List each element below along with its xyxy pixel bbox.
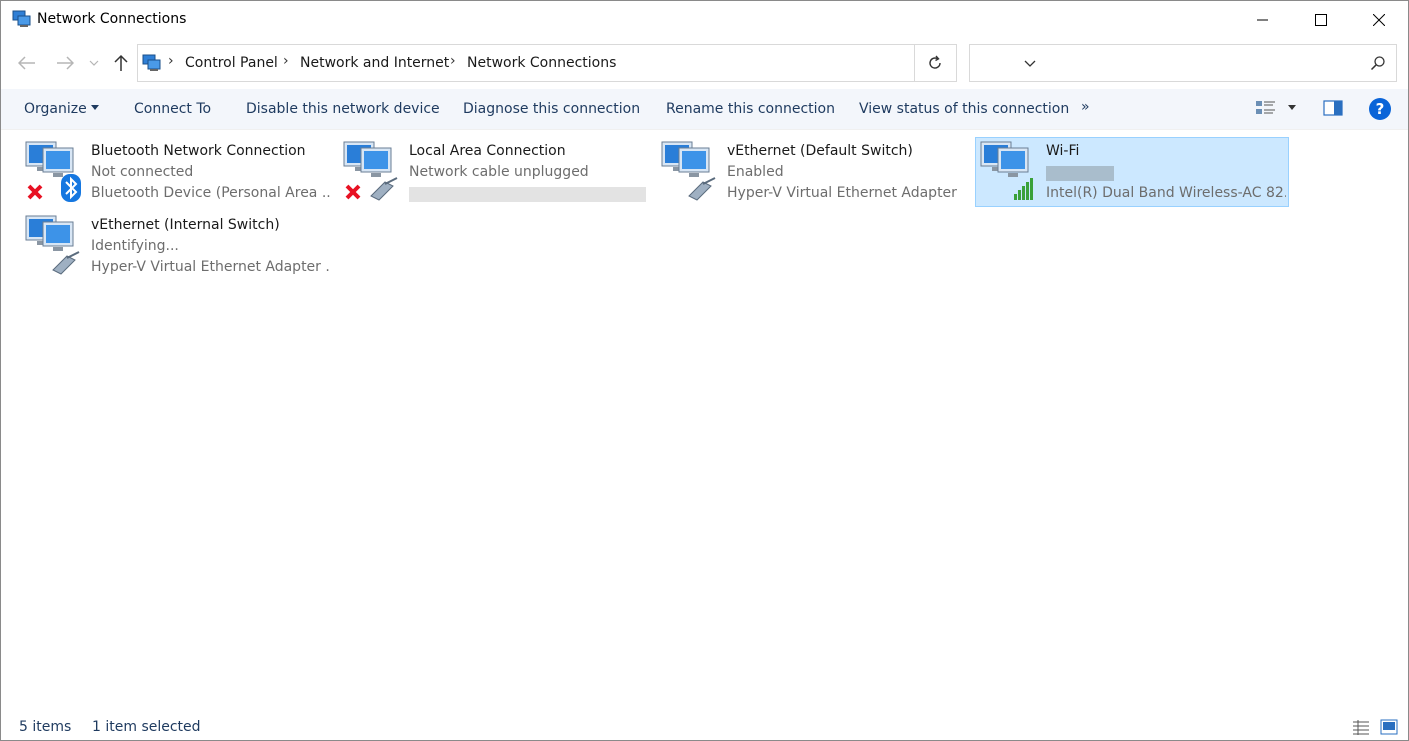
chevron-right-icon[interactable]: ›: [168, 53, 174, 69]
organize-menu[interactable]: Organize: [24, 101, 100, 117]
connection-status: Enabled: [727, 164, 784, 180]
chevron-down-icon: [89, 60, 99, 66]
chevron-right-icon[interactable]: ›: [450, 53, 456, 69]
explorer-window: Network Connections › Control Panel › Ne…: [0, 0, 1409, 741]
search-input[interactable]: [969, 44, 1397, 82]
connection-name: vEthernet (Internal Switch): [91, 217, 280, 233]
close-icon: [1373, 14, 1385, 26]
forward-button[interactable]: [53, 51, 77, 75]
close-button[interactable]: [1350, 1, 1408, 39]
connection-name: vEthernet (Default Switch): [727, 143, 913, 159]
up-button[interactable]: [109, 51, 133, 75]
selection-count: 1 item selected: [92, 719, 201, 735]
title-bar[interactable]: Network Connections: [1, 1, 1408, 39]
ethernet-network-icon: [343, 141, 398, 201]
caret-down-icon: [91, 105, 100, 110]
connection-item-wifi[interactable]: Wi-Fi Intel(R) Dual Band Wireless-AC 82.…: [975, 137, 1289, 207]
back-button[interactable]: [15, 51, 39, 75]
connection-name: Bluetooth Network Connection: [91, 143, 306, 159]
view-status-button[interactable]: View status of this connection: [859, 101, 1069, 117]
caret-down-icon[interactable]: [1287, 104, 1297, 112]
arrow-left-icon: [18, 56, 35, 70]
ethernet-network-icon: [25, 215, 80, 275]
search-icon: [1370, 56, 1385, 71]
network-connections-icon: [142, 54, 161, 71]
address-bar[interactable]: › Control Panel › Network and Internet ›…: [137, 44, 1036, 82]
connect-to-button[interactable]: Connect To: [134, 101, 211, 117]
connection-status: Not connected: [91, 164, 194, 180]
command-bar: Organize Connect To Disable this network…: [1, 89, 1408, 130]
disable-device-button[interactable]: Disable this network device: [246, 101, 440, 117]
network-connections-icon: [12, 10, 31, 27]
connection-device: Hyper-V Virtual Ethernet Adapter ...: [91, 259, 331, 275]
status-bar: 5 items 1 item selected: [1, 713, 1408, 741]
refresh-button[interactable]: [914, 44, 957, 82]
maximize-button[interactable]: [1292, 1, 1350, 39]
diagnose-connection-button[interactable]: Diagnose this connection: [463, 101, 640, 117]
breadcrumb-control-panel[interactable]: Control Panel: [185, 55, 278, 71]
preview-pane-icon[interactable]: [1323, 99, 1343, 117]
breadcrumb-network-and-internet[interactable]: Network and Internet: [300, 55, 449, 71]
connection-status: Network cable unplugged: [409, 164, 589, 180]
minimize-icon: [1257, 19, 1268, 21]
connection-device: Bluetooth Device (Personal Area ...: [91, 185, 331, 201]
connection-item-local-area[interactable]: Local Area Connection Network cable unpl…: [339, 138, 651, 206]
help-button[interactable]: ?: [1369, 98, 1391, 120]
ethernet-network-icon: [661, 141, 716, 201]
connection-item-vethernet-default[interactable]: vEthernet (Default Switch) Enabled Hyper…: [657, 138, 969, 206]
item-count: 5 items: [19, 719, 72, 735]
window-title: Network Connections: [37, 11, 187, 27]
maximize-icon: [1315, 14, 1327, 26]
connection-device: Intel(R) Dual Band Wireless-AC 82...: [1046, 185, 1286, 201]
redacted-ssid: [1046, 166, 1114, 181]
chevron-right-icon[interactable]: ›: [283, 53, 289, 69]
connection-item-vethernet-internal[interactable]: vEthernet (Internal Switch) Identifying.…: [21, 212, 333, 280]
recent-locations-button[interactable]: [85, 51, 103, 75]
change-view-icon[interactable]: [1255, 99, 1277, 117]
organize-label: Organize: [24, 101, 87, 117]
connection-name: Wi-Fi: [1046, 143, 1080, 159]
more-commands-button[interactable]: »: [1081, 99, 1090, 115]
question-mark-icon: ?: [1375, 100, 1385, 118]
connection-item-bluetooth[interactable]: Bluetooth Network Connection Not connect…: [21, 138, 333, 206]
address-row: › Control Panel › Network and Internet ›…: [1, 41, 1408, 85]
connection-name: Local Area Connection: [409, 143, 566, 159]
details-view-icon[interactable]: [1352, 719, 1370, 735]
connection-device: Hyper-V Virtual Ethernet Adapter: [727, 185, 957, 201]
redacted-device: [409, 187, 646, 202]
arrow-up-icon: [114, 54, 128, 71]
minimize-button[interactable]: [1234, 1, 1292, 39]
breadcrumb-network-connections[interactable]: Network Connections: [467, 55, 616, 71]
bluetooth-network-icon: [25, 141, 81, 202]
refresh-icon: [929, 55, 941, 69]
large-icons-view-icon[interactable]: [1380, 719, 1398, 735]
arrow-right-icon: [57, 56, 74, 70]
wifi-network-icon: [980, 141, 1033, 200]
rename-connection-button[interactable]: Rename this connection: [666, 101, 835, 117]
connection-status: Identifying...: [91, 238, 179, 254]
